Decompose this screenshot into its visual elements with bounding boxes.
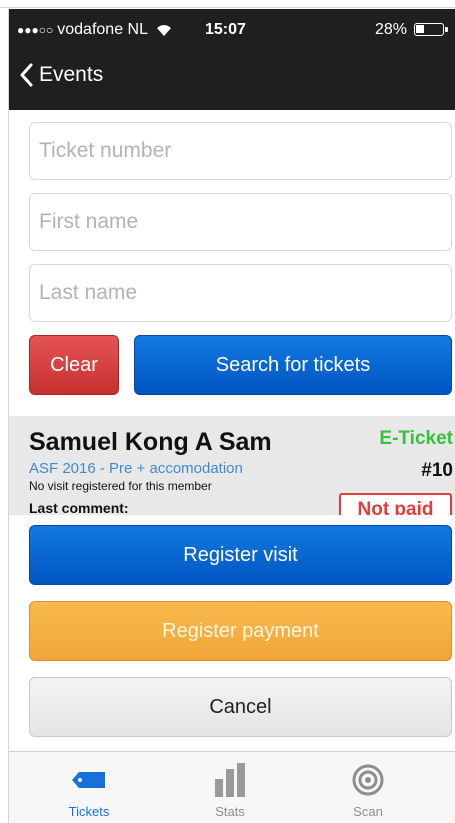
tab-stats[interactable]: Stats [175,752,285,823]
tab-bar: Tickets Stats Scan [9,751,455,823]
payment-status-badge: Not paid [339,493,452,516]
carrier-name: vodafone NL [57,21,148,38]
phone-screen: ●●●○○ vodafone NL 15:07 28% Events Ticke… [9,9,455,823]
ticket-number: #10 [421,460,453,481]
tab-scan-label: Scan [353,804,383,819]
last-comment-label: Last comment: [29,500,129,516]
back-button[interactable]: Events [19,63,103,87]
last-name-input[interactable] [30,265,451,321]
ticket-number-field[interactable] [29,122,452,180]
visit-note: No visit registered for this member [29,479,212,493]
ticket-icon [72,772,105,788]
search-tickets-button[interactable]: Search for tickets [134,335,452,395]
wifi-icon [156,23,172,37]
member-name: Samuel Kong A Sam [29,428,272,456]
last-name-field[interactable] [29,264,452,322]
window-frame-top [0,0,455,8]
clear-button[interactable]: Clear [29,335,119,395]
event-name: ASF 2016 - Pre + accomodation [29,460,243,477]
bar-chart-icon [215,763,245,797]
first-name-input[interactable] [30,194,451,250]
ticket-number-input[interactable] [30,123,451,179]
top-bar: ●●●○○ vodafone NL 15:07 28% Events [9,9,455,110]
battery-icon [414,23,448,36]
battery-percent: 28% [375,21,408,38]
status-bar: ●●●○○ vodafone NL 15:07 28% [9,9,455,43]
register-visit-button[interactable]: Register visit [29,525,452,585]
clock: 15:07 [205,21,246,38]
ticket-result-card[interactable]: Samuel Kong A Sam E-Ticket ASF 2016 - Pr… [9,416,455,516]
tab-tickets-label: Tickets [68,804,110,819]
action-sheet: Register visit Register payment Cancel [9,515,455,752]
cancel-button[interactable]: Cancel [29,677,452,737]
ticket-type-badge: E-Ticket [379,428,453,449]
carrier-info: ●●●○○ vodafone NL [17,21,172,39]
chevron-left-icon [20,63,33,87]
signal-strength-icon: ●●●○○ [17,23,54,37]
tab-tickets[interactable]: Tickets [34,752,144,823]
first-name-field[interactable] [29,193,452,251]
target-icon [352,764,384,796]
tab-scan[interactable]: Scan [313,752,423,823]
back-label: Events [39,63,104,86]
register-payment-button[interactable]: Register payment [29,601,452,661]
tab-stats-label: Stats [215,804,245,819]
